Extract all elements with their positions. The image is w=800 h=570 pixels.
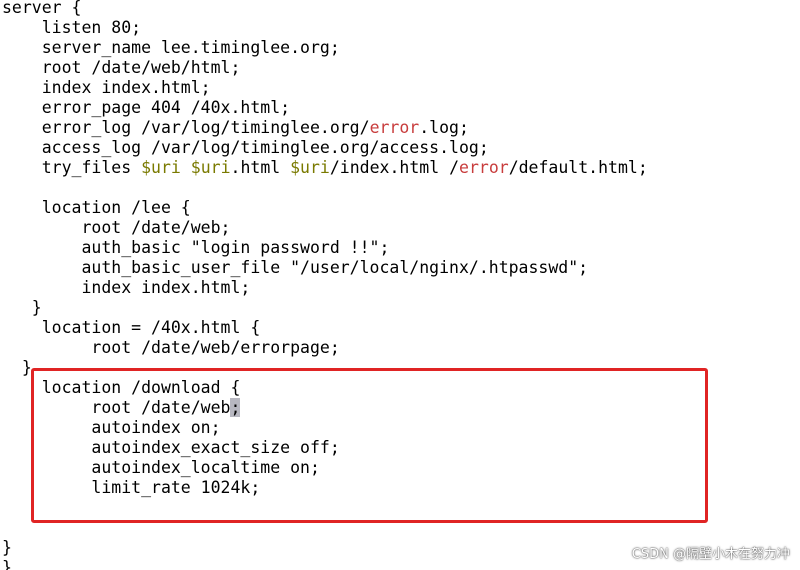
code-line: error_log /var/log/timinglee.org/error.l… xyxy=(2,118,648,138)
code-line: root /date/web; xyxy=(2,218,648,238)
code-line: } xyxy=(2,558,648,570)
code-line: } xyxy=(2,298,648,318)
code-token: } xyxy=(2,298,42,317)
code-token: /default.html; xyxy=(508,158,648,177)
code-token: error xyxy=(459,158,509,177)
code-line: auth_basic_user_file "/user/local/nginx/… xyxy=(2,258,648,278)
code-token: /index.html / xyxy=(329,158,460,177)
code-line: location /lee { xyxy=(2,198,648,218)
code-token: location /lee { xyxy=(2,198,191,217)
code-token: access_log /var/log/timinglee.org/access… xyxy=(2,138,489,157)
code-line: server { xyxy=(2,0,648,18)
code-line: location = /40x.html { xyxy=(2,318,648,338)
code-line: auth_basic "login password !!"; xyxy=(2,238,648,258)
code-token: listen 80; xyxy=(2,18,142,37)
watermark: CSDN @隔壁小木在努力冲 xyxy=(631,547,790,562)
code-token: try_files xyxy=(2,158,142,177)
code-line: root /date/web/html; xyxy=(2,58,648,78)
code-token: error_page 404 /40x.html; xyxy=(2,98,291,117)
code-token: error xyxy=(369,118,420,137)
code-token: $uri xyxy=(290,158,330,177)
code-token: auth_basic "login password !!"; xyxy=(2,238,390,257)
code-line: index index.html; xyxy=(2,278,648,298)
code-line: try_files $uri $uri.html $uri/index.html… xyxy=(2,158,648,178)
code-token: root /date/web; xyxy=(2,218,231,237)
code-token: root /date/web/errorpage; xyxy=(2,338,340,357)
code-token: } xyxy=(2,558,12,570)
code-token: index index.html; xyxy=(2,278,251,297)
code-line: listen 80; xyxy=(2,18,648,38)
code-token: root /date/web/html; xyxy=(2,58,241,77)
code-token: } xyxy=(2,538,12,557)
code-line: error_page 404 /40x.html; xyxy=(2,98,648,118)
highlight-box xyxy=(31,368,708,523)
code-token: index index.html; xyxy=(2,78,211,97)
code-line: } xyxy=(2,538,648,558)
code-token: .log; xyxy=(419,118,469,137)
code-line: server_name lee.timinglee.org; xyxy=(2,38,648,58)
code-token: server_name lee.timinglee.org; xyxy=(2,38,340,57)
code-token: auth_basic_user_file "/user/local/nginx/… xyxy=(2,258,589,277)
code-token: $uri xyxy=(141,158,181,177)
code-token: $uri xyxy=(190,158,231,177)
code-token: location = /40x.html { xyxy=(2,318,261,337)
code-token: error_log /var/log/timinglee.org/ xyxy=(2,118,370,137)
code-token: } xyxy=(2,358,32,377)
code-line: index index.html; xyxy=(2,78,648,98)
code-token: .html xyxy=(230,158,291,177)
terminal-editor[interactable]: server { listen 80; server_name lee.timi… xyxy=(0,0,800,570)
code-line: access_log /var/log/timinglee.org/access… xyxy=(2,138,648,158)
code-line: root /date/web/errorpage; xyxy=(2,338,648,358)
code-token: server { xyxy=(2,0,82,17)
